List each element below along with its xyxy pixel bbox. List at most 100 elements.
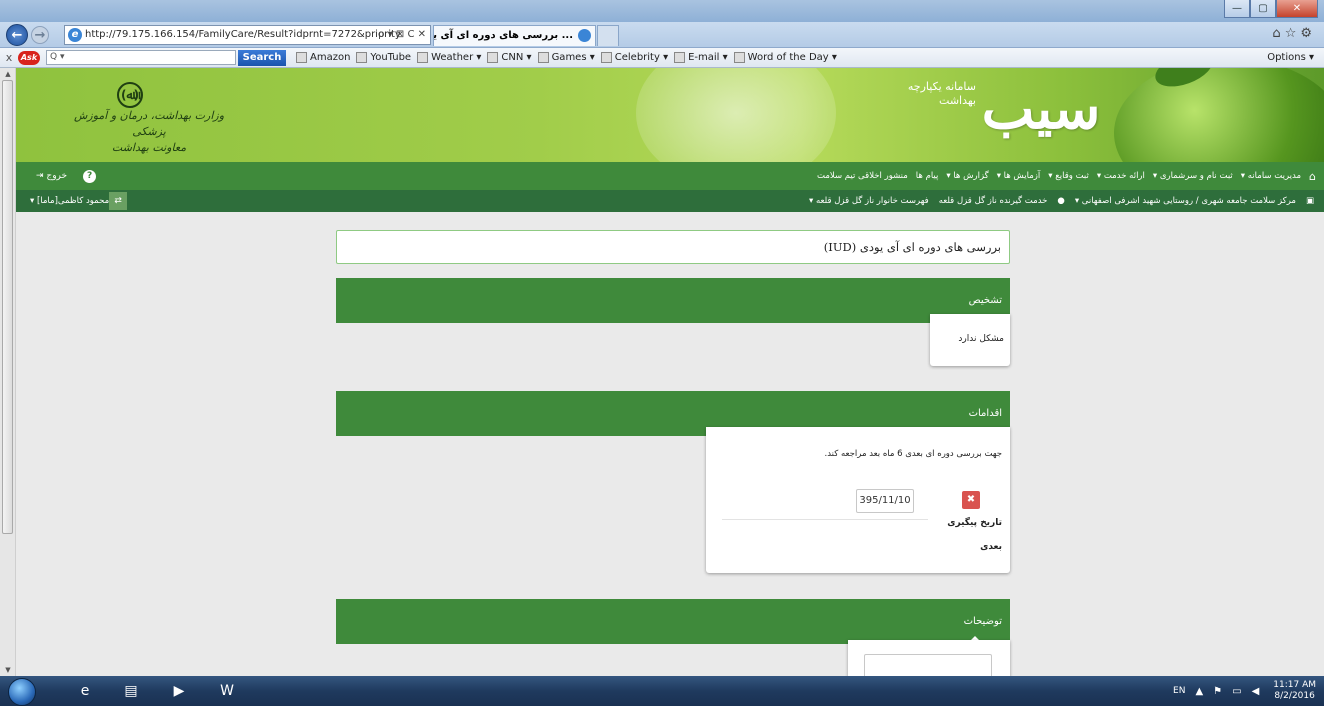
network-icon[interactable]: ▭ [1232, 686, 1241, 697]
main-nav: ⌂ مدیریت سامانه ▾ ثبت نام و سرشماری ▾ ار… [16, 162, 1324, 190]
address-row: ← → e http://79.175.166.154/FamilyCare/R… [0, 22, 1324, 48]
ministry-title: وزارت بهداشت، درمان و آموزش پزشکی معاونت… [64, 108, 234, 156]
apple-illustration [1114, 68, 1324, 162]
minimize-button[interactable]: — [1224, 0, 1250, 18]
nav-registration[interactable]: ثبت نام و سرشماری ▾ [1153, 171, 1233, 181]
toolbar-link-youtube[interactable]: YouTube [356, 52, 411, 63]
home-icon[interactable]: ⌂ [1272, 26, 1284, 41]
notes-input[interactable] [864, 654, 992, 676]
toolbar-link-word-of-day[interactable]: Word of the Day ▾ [733, 52, 837, 63]
forward-button[interactable]: → [31, 26, 49, 44]
close-window-button[interactable]: ✕ [1276, 0, 1318, 18]
nav-tests[interactable]: آزمایش ها ▾ [997, 171, 1041, 181]
favorites-star-icon[interactable]: ☆ [1285, 26, 1301, 41]
toolbar-options[interactable]: Options ▾ [1267, 52, 1314, 63]
diagnosis-header: تشخیص [336, 278, 1010, 324]
clock-date: 8/2/2016 [1274, 691, 1315, 701]
banner-glow [636, 68, 836, 162]
media-player-taskbar-icon[interactable]: ▶ [164, 680, 194, 702]
nav-reports[interactable]: گزارش ها ▾ [946, 171, 988, 181]
nav-events[interactable]: ثبت وقایع ▾ [1048, 171, 1089, 181]
ask-logo: Ask [18, 50, 40, 65]
page-title: بررسی های دوره ای آی یودی (IUD) [336, 230, 1010, 264]
address-tools[interactable]: ρ ▾ ⊠ C ✕ [378, 26, 426, 44]
nav-system-management[interactable]: مدیریت سامانه ▾ [1241, 171, 1301, 181]
start-button[interactable] [8, 678, 36, 706]
help-icon[interactable]: ? [83, 169, 97, 183]
cnn-icon [487, 52, 499, 63]
ie-tab-icon [578, 29, 591, 42]
subnav-family-list[interactable]: فهرست خانوار ناز گل قزل قلعه ▾ [809, 196, 929, 206]
subnav-service-recipient[interactable]: خدمت گیرنده ناز گل قزل قلعه [939, 196, 1048, 206]
email-icon [674, 52, 686, 63]
toolbar-search-input[interactable]: Q ▾ [46, 50, 236, 65]
volume-icon[interactable]: ◀ [1252, 686, 1260, 697]
site: سیب سامانه یکپارچه بهداشت (ﷲ) وزارت بهدا… [16, 68, 1324, 676]
actions-header-label: اقدامات [968, 408, 1002, 419]
sib-subtitle: سامانه یکپارچه بهداشت [907, 80, 976, 107]
diagnosis-header-label: تشخیص [968, 295, 1002, 306]
clock-time: 11:17 AM [1273, 680, 1316, 690]
address-bar[interactable]: e http://79.175.166.154/FamilyCare/Resul… [64, 25, 431, 45]
scroll-up-icon[interactable]: ▲ [3, 70, 13, 78]
notes-header-label: توضیحات [963, 616, 1002, 627]
toolbar-link-cnn[interactable]: CNN ▾ [487, 52, 532, 63]
toolbar-link-amazon[interactable]: Amazon [296, 52, 350, 63]
youtube-icon [356, 52, 368, 63]
toolbar-search-button[interactable]: Search [238, 49, 286, 66]
ministry-line-1: وزارت بهداشت، درمان و آموزش پزشکی [73, 109, 225, 138]
scroll-down-icon[interactable]: ▼ [3, 666, 13, 674]
tab-title: ... بررسی های دوره ای آی یودی [433, 30, 573, 41]
url-text: http://79.175.166.154/FamilyCare/Result?… [85, 29, 401, 40]
person-icon: ● [1057, 196, 1065, 206]
sub-nav: ▣ مرکز سلامت جامعه شهری / روستایی شهید ا… [16, 190, 1324, 212]
toolbar-link-weather[interactable]: Weather ▾ [417, 52, 481, 63]
window-controls: — ▢ ✕ [1224, 0, 1318, 18]
scroll-thumb[interactable] [2, 80, 13, 534]
followup-date-input[interactable]: 395/11/10 [856, 489, 914, 513]
taskbar: e ▤ ▶ W EN ▲ ⚑ ▭ ◀ 11:17 AM 8/2/2016 [0, 676, 1324, 706]
notes-body [848, 640, 1010, 676]
toolbar-close-button[interactable]: x [0, 51, 18, 64]
clock[interactable]: 11:17 AM 8/2/2016 [1273, 680, 1316, 702]
new-tab-button[interactable] [597, 25, 619, 46]
user-menu[interactable]: ⇄ محمود کاظمی[ماما] ▾ [30, 190, 133, 212]
user-switch-icon: ⇄ [109, 192, 128, 210]
tab-active[interactable]: ... بررسی های دوره ای آی یودی [433, 25, 596, 46]
toolbar-link-celebrity[interactable]: Celebrity ▾ [600, 52, 668, 63]
word-taskbar-icon[interactable]: W [212, 680, 242, 702]
home-nav-icon[interactable]: ⌂ [1309, 170, 1316, 183]
weather-icon [417, 52, 429, 63]
page-viewport: ▲ ▼ سیب سامانه یکپارچه بهداشت (ﷲ) وزارت … [0, 68, 1324, 676]
flag-icon[interactable]: ⚑ [1213, 686, 1222, 697]
browser-icons: ⌂☆⚙ [1272, 26, 1316, 41]
subnav-health-center[interactable]: مرکز سلامت جامعه شهری / روستایی شهید اشر… [1075, 196, 1296, 206]
nav-service-delivery[interactable]: ارائه خدمت ▾ [1097, 171, 1145, 181]
diagnosis-body: مشکل ندارد [930, 314, 1010, 366]
exit-icon[interactable]: ⇥ [36, 171, 46, 181]
window-titlebar: — ▢ ✕ [0, 0, 1324, 22]
ministry-emblem-icon: (ﷲ) [117, 82, 143, 108]
nav-left-tools: ⇥ خروج ? [36, 162, 97, 190]
ask-toolbar: x Ask Q ▾ Search Amazon YouTube Weather … [0, 48, 1324, 68]
ie-taskbar-icon[interactable]: e [70, 680, 100, 702]
nav-ethics-charter[interactable]: منشور اخلاقی تیم سلامت [817, 171, 908, 181]
toolbar-links: Amazon YouTube Weather ▾ CNN ▾ Games ▾ C… [296, 52, 843, 63]
delete-button[interactable]: ✖ [962, 491, 980, 509]
games-icon [537, 52, 549, 63]
diagnosis-value: مشکل ندارد [958, 334, 1004, 344]
maximize-button[interactable]: ▢ [1250, 0, 1276, 18]
explorer-taskbar-icon[interactable]: ▤ [116, 680, 146, 702]
amazon-icon [296, 52, 307, 63]
toolbar-link-games[interactable]: Games ▾ [537, 52, 595, 63]
back-arrow-icon: ← [11, 27, 23, 43]
notes-header: توضیحات [336, 599, 1010, 645]
vertical-scrollbar[interactable]: ▲ ▼ [0, 68, 16, 676]
tray-expand-icon[interactable]: ▲ [1195, 686, 1203, 697]
language-indicator[interactable]: EN [1173, 686, 1185, 696]
nav-messages[interactable]: پیام ها [916, 171, 939, 181]
back-button[interactable]: ← [6, 24, 28, 46]
exit-link[interactable]: خروج [46, 171, 67, 181]
gear-icon[interactable]: ⚙ [1300, 26, 1316, 41]
toolbar-link-email[interactable]: E-mail ▾ [674, 52, 728, 63]
